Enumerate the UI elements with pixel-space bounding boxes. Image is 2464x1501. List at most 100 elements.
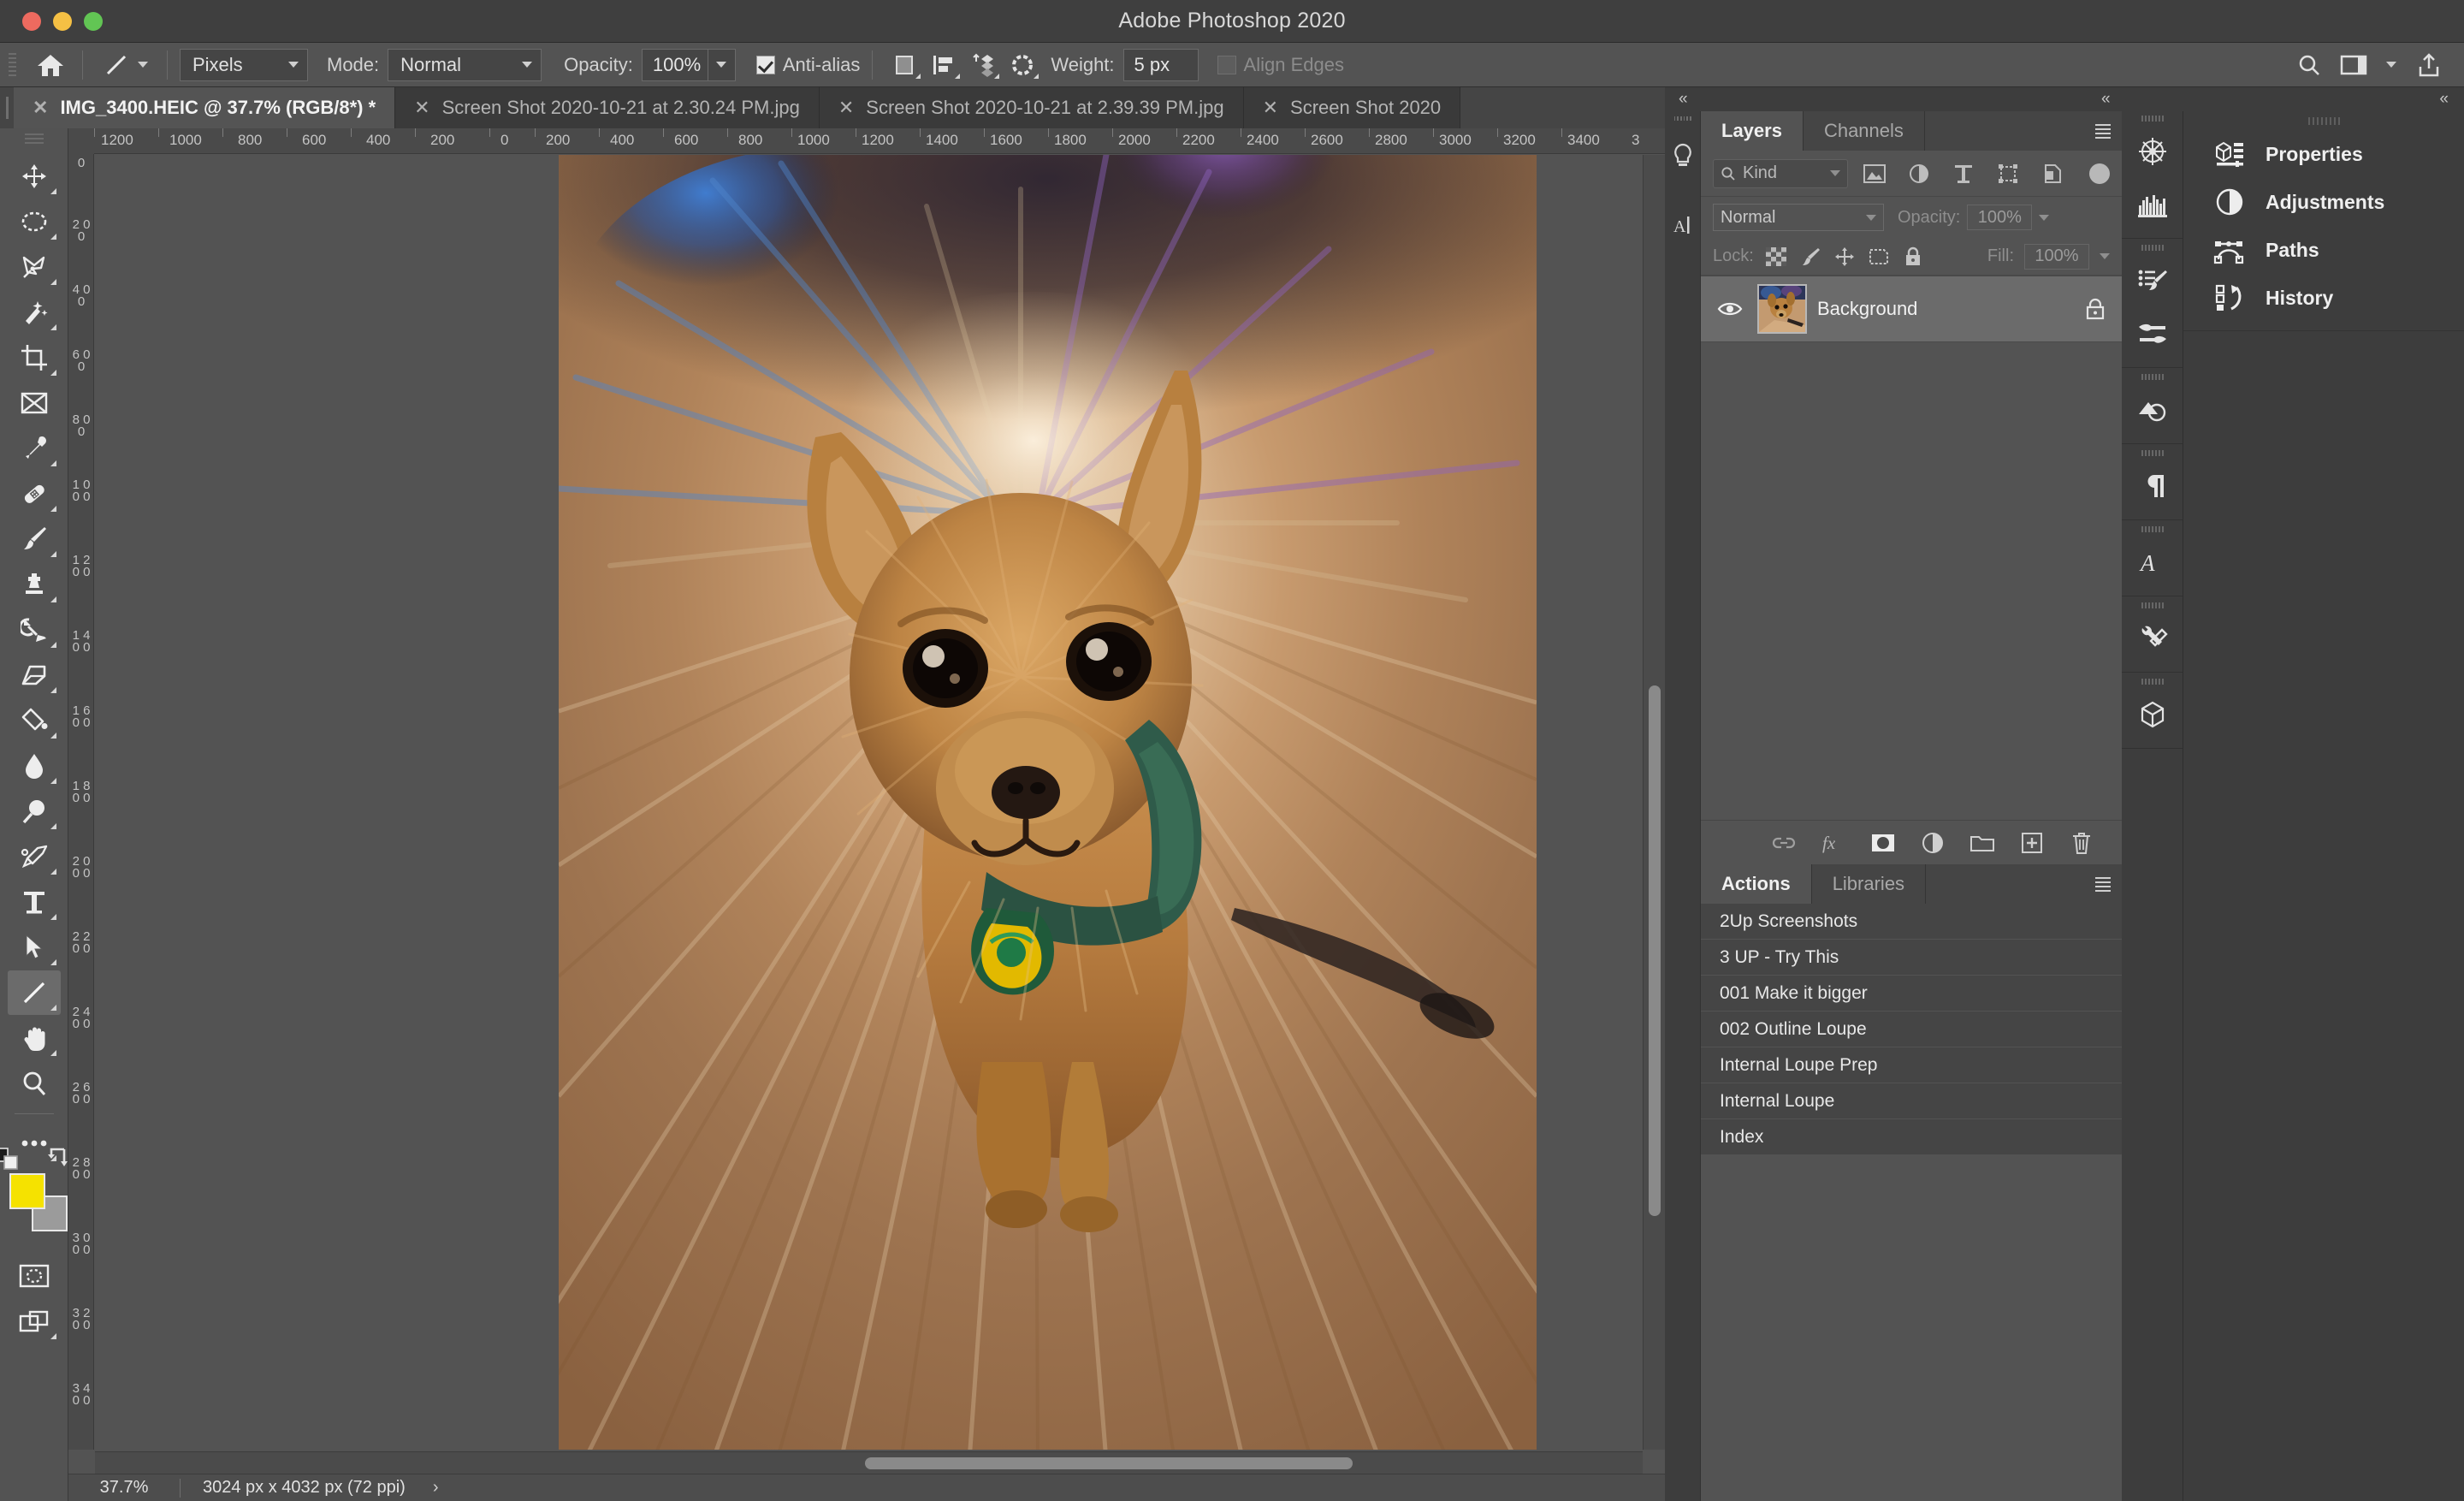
zoom-tool[interactable] bbox=[8, 1061, 61, 1106]
far-panel-grip[interactable] bbox=[2183, 111, 2464, 130]
quick-mask-button[interactable] bbox=[8, 1254, 61, 1298]
quick-selection-tool[interactable] bbox=[8, 290, 61, 335]
document-canvas[interactable] bbox=[95, 155, 1665, 1450]
panel-group-grip[interactable] bbox=[2122, 598, 2183, 612]
lock-artboard-icon[interactable] bbox=[1867, 246, 1891, 268]
lock-all-icon[interactable] bbox=[1901, 246, 1925, 268]
link-layers-icon[interactable] bbox=[1769, 828, 1798, 857]
workspace-chevron-icon[interactable] bbox=[2378, 48, 2404, 82]
status-expand-icon[interactable]: › bbox=[428, 1478, 439, 1498]
default-colors-icon[interactable] bbox=[0, 1148, 20, 1170]
new-group-icon[interactable] bbox=[1968, 828, 1997, 857]
action-item[interactable]: 2Up Screenshots bbox=[1701, 904, 2122, 940]
panel-item-paths[interactable]: Paths bbox=[2183, 226, 2464, 274]
type-filter-icon[interactable] bbox=[1946, 159, 1981, 188]
chevron-down-icon[interactable] bbox=[2100, 253, 2110, 259]
pen-tool[interactable] bbox=[8, 834, 61, 879]
canvas-horizontal-scrollbar[interactable] bbox=[95, 1451, 1643, 1474]
opacity-input[interactable]: 100% bbox=[641, 48, 708, 81]
fx-layer-style-icon[interactable]: fx bbox=[1819, 828, 1848, 857]
opacity-stepper[interactable] bbox=[708, 48, 736, 81]
panel-group-grip[interactable] bbox=[2122, 674, 2183, 688]
layer-row-background[interactable]: Background bbox=[1701, 276, 2122, 342]
document-tab-3[interactable]: ✕ Screen Shot 2020 bbox=[1243, 87, 1461, 128]
brush-tool[interactable] bbox=[8, 517, 61, 561]
panel-item-properties[interactable]: Properties bbox=[2183, 130, 2464, 178]
tab-bar-grip[interactable] bbox=[0, 87, 14, 128]
spot-healing-brush-tool[interactable] bbox=[8, 472, 61, 516]
layer-blend-mode-select[interactable]: Normal bbox=[1713, 204, 1884, 231]
paragraph-icon[interactable] bbox=[2122, 460, 2183, 513]
gradient-tool[interactable] bbox=[8, 698, 61, 743]
actions-empty-area[interactable] bbox=[1701, 1155, 2122, 1501]
layer-list-empty-area[interactable] bbox=[1701, 342, 2122, 820]
window-controls[interactable] bbox=[22, 11, 103, 31]
dock-collapse-left-button[interactable]: « bbox=[1679, 90, 1688, 109]
swap-colors-icon[interactable] bbox=[45, 1146, 71, 1170]
tab-actions[interactable]: Actions bbox=[1701, 864, 1812, 904]
align-edges-checkbox[interactable]: Align Edges bbox=[1217, 54, 1344, 76]
panel-item-adjustments[interactable]: Adjustments bbox=[2183, 178, 2464, 226]
share-icon[interactable] bbox=[2409, 48, 2449, 82]
vertical-ruler[interactable]: 0 2 0 0 4 0 0 6 0 0 8 0 0 1 0 0 0 1 2 0 … bbox=[68, 154, 94, 1450]
options-bar-grip[interactable] bbox=[9, 50, 17, 80]
blur-tool[interactable] bbox=[8, 744, 61, 788]
document-tab-2[interactable]: ✕ Screen Shot 2020-10-21 at 2.39.39 PM.j… bbox=[819, 87, 1244, 128]
scrollbar-thumb[interactable] bbox=[865, 1457, 1353, 1469]
lasso-tool[interactable] bbox=[8, 245, 61, 289]
canvas-vertical-scrollbar[interactable] bbox=[1643, 155, 1665, 1450]
path-selection-tool[interactable] bbox=[8, 925, 61, 970]
dock-collapse-mid-button[interactable]: « bbox=[2101, 90, 2111, 109]
gradients-icon[interactable] bbox=[2122, 383, 2183, 436]
canvas-image[interactable] bbox=[559, 155, 1537, 1450]
type-tool[interactable] bbox=[8, 880, 61, 924]
dock-collapse-right-button[interactable]: « bbox=[2439, 90, 2449, 109]
eyedropper-tool[interactable] bbox=[8, 426, 61, 471]
path-alignment-button[interactable] bbox=[924, 48, 963, 82]
close-icon[interactable]: ✕ bbox=[414, 98, 429, 117]
panel-group-grip[interactable] bbox=[2122, 111, 2183, 125]
hand-tool[interactable] bbox=[8, 1016, 61, 1060]
tab-layers[interactable]: Layers bbox=[1701, 111, 1804, 151]
frame-tool[interactable] bbox=[8, 381, 61, 425]
scrollbar-thumb[interactable] bbox=[1649, 685, 1661, 1216]
layer-fill-input[interactable]: 100% bbox=[2024, 243, 2089, 270]
histogram-icon[interactable] bbox=[2122, 178, 2183, 231]
character-panel-icon[interactable]: A bbox=[1665, 191, 1701, 261]
layer-opacity-input[interactable]: 100% bbox=[1967, 205, 2033, 230]
panel-item-history[interactable]: History bbox=[2183, 274, 2464, 322]
anti-alias-checkbox[interactable]: Anti-alias bbox=[755, 54, 860, 76]
action-item[interactable]: Internal Loupe bbox=[1701, 1083, 2122, 1119]
adjustment-filter-icon[interactable] bbox=[1901, 159, 1937, 188]
panel-group-grip[interactable] bbox=[2122, 370, 2183, 383]
delete-layer-icon[interactable] bbox=[2067, 828, 2096, 857]
tab-channels[interactable]: Channels bbox=[1803, 111, 1925, 151]
eraser-tool[interactable] bbox=[8, 653, 61, 697]
chevron-down-icon[interactable] bbox=[138, 62, 148, 68]
move-tool[interactable] bbox=[8, 154, 61, 199]
discover-panel-icon[interactable] bbox=[1665, 121, 1701, 191]
panel-menu-icon[interactable] bbox=[2084, 111, 2122, 151]
3d-icon[interactable] bbox=[2122, 688, 2183, 741]
home-button[interactable] bbox=[31, 48, 70, 82]
search-icon[interactable] bbox=[2289, 48, 2329, 82]
line-tool[interactable] bbox=[7, 970, 61, 1015]
add-layer-mask-icon[interactable] bbox=[1869, 828, 1898, 857]
character-styles-icon[interactable]: A bbox=[2122, 536, 2183, 589]
tab-libraries[interactable]: Libraries bbox=[1811, 864, 1927, 904]
maximize-window-button[interactable] bbox=[84, 11, 103, 31]
color-swatches[interactable] bbox=[0, 1148, 68, 1231]
foreground-color-swatch[interactable] bbox=[9, 1173, 45, 1209]
horizontal-ruler[interactable]: 1200 1000 800 600 400 200 0 200 400 600 … bbox=[94, 128, 1665, 154]
tool-presets-icon[interactable] bbox=[2122, 612, 2183, 665]
lock-transparent-pixels-icon[interactable] bbox=[1764, 246, 1788, 268]
lock-position-icon[interactable] bbox=[1833, 246, 1857, 268]
path-arrangement-button[interactable] bbox=[963, 48, 1003, 82]
shape-filter-icon[interactable] bbox=[1990, 159, 2026, 188]
lock-image-pixels-icon[interactable] bbox=[1798, 246, 1822, 268]
document-tab-0[interactable]: ✕ IMG_3400.HEIC @ 37.7% (RGB/8*) * bbox=[14, 87, 396, 128]
image-filter-icon[interactable] bbox=[1857, 159, 1892, 188]
dodge-tool[interactable] bbox=[8, 789, 61, 834]
brush-settings-icon[interactable] bbox=[2122, 254, 2183, 307]
zoom-level[interactable]: 37.7% bbox=[68, 1478, 180, 1498]
